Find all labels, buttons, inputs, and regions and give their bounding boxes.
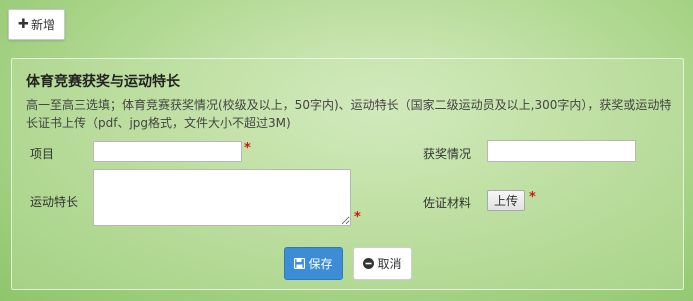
award-label: 获奖情况 bbox=[423, 147, 472, 161]
plus-icon: ✚ bbox=[18, 17, 29, 32]
save-icon bbox=[294, 258, 306, 269]
award-input[interactable] bbox=[487, 140, 636, 162]
specialty-label: 运动特长 bbox=[30, 195, 79, 209]
panel-title: 体育竞赛获奖与运动特长 bbox=[26, 74, 180, 90]
evidence-label: 佐证材料 bbox=[423, 196, 472, 210]
add-button-label: 新增 bbox=[30, 18, 55, 32]
save-button[interactable]: 保存 bbox=[284, 247, 343, 280]
cancel-button[interactable]: 取消 bbox=[353, 247, 412, 280]
panel-description: 高一至高三选填；体育竞赛获奖情况(校级及以上，50字内)、运动特长（国家二级运动… bbox=[26, 98, 672, 130]
sports-awards-panel: 体育竞赛获奖与运动特长 高一至高三选填；体育竞赛获奖情况(校级及以上，50字内)… bbox=[11, 58, 684, 290]
evidence-required-mark: * bbox=[529, 190, 536, 205]
specialty-required-mark: * bbox=[354, 210, 361, 225]
add-button[interactable]: ✚ 新增 bbox=[8, 9, 65, 40]
item-input[interactable] bbox=[93, 141, 242, 162]
upload-button[interactable]: 上传 bbox=[487, 190, 525, 211]
save-button-label: 保存 bbox=[308, 257, 333, 271]
minus-circle-icon bbox=[363, 258, 375, 269]
specialty-textarea[interactable] bbox=[93, 169, 351, 226]
item-required-mark: * bbox=[244, 141, 251, 156]
item-label: 项目 bbox=[30, 147, 55, 161]
cancel-button-label: 取消 bbox=[377, 257, 402, 271]
